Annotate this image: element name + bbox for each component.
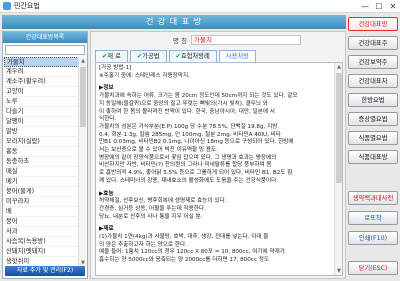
sidebar-scroll-thumb[interactable]	[80, 67, 86, 127]
sidebar-item[interactable]: 고양이	[4, 87, 79, 97]
content-line: (1)가물치 1연(4kg)과 사물탕, 호박, 대추, 생강, 전대를 넣는다…	[99, 234, 269, 241]
add-manage-button[interactable]: 자료 추가 및 관리(F2)	[5, 266, 85, 276]
sidebar-item[interactable]: 노루	[4, 97, 79, 107]
page-title: 건 강 대 표 방	[2, 15, 346, 29]
sidebar-item[interactable]: 동충하초	[4, 157, 79, 167]
nav-button[interactable]: 증상별요법	[348, 112, 398, 126]
tab-label: 효험처방례	[180, 53, 210, 60]
nav-button[interactable]: 한방요법	[348, 93, 398, 107]
tab-label: 사용처방	[225, 53, 249, 60]
sidebar-item[interactable]: 배	[4, 207, 79, 217]
window-controls: — ☐ ✕	[358, 0, 400, 13]
sidebar-item[interactable]: 계우려	[4, 67, 79, 77]
tab-bar: ✔재 료 ✔가공법 ✔효험처방례 사용처방	[95, 50, 258, 62]
content-line: 이 좋하여 한 몸의 볼라져진 반쩍이 있다. 한국, 중남아시아, 대만, 일…	[99, 108, 275, 115]
content-line: 식한다.	[99, 116, 117, 123]
name-label: 명 칭	[173, 37, 188, 45]
tab-label: 재 료	[107, 53, 121, 60]
minimize-icon[interactable]: —	[358, 0, 372, 13]
name-row: 명 칭 가물치	[173, 35, 302, 45]
nav-button[interactable]: 식품별요법	[348, 131, 398, 145]
content-scrollbar[interactable]: ▲ ▼	[334, 63, 342, 275]
maximize-icon[interactable]: ☐	[372, 0, 386, 13]
nav-button[interactable]: 식품대표방	[348, 150, 398, 164]
sidebar-item[interactable]: 달팽이	[4, 117, 79, 127]
close-icon[interactable]: ✕	[386, 0, 400, 13]
sidebar-item[interactable]: 미꾸라지	[4, 197, 79, 207]
window-titlebar: 민간요법 — ☐ ✕	[0, 0, 400, 13]
right-panel: 건강대표방건강대표주건강보약주건강대표차한방요법증상별요법식품별요법식품대표방생…	[348, 15, 398, 279]
sidebar-title: 건강대표방목록	[3, 32, 87, 43]
sidebar-list: 가물치 계우려 계소주(황우려) 고양이 노루 다슬기 달팽이 말방 모라지(실랍) 흉동 동충하초…	[4, 57, 79, 267]
nav-button[interactable]: 건강대표주	[348, 36, 398, 50]
scroll-up-icon[interactable]: ▲	[79, 57, 87, 65]
tab-label: 가공법	[142, 53, 160, 60]
tab-1[interactable]: ✔가공법	[129, 50, 167, 62]
content-line: 께 있다. 스테미너의 강용, 제내효소의 활성화에도 도움을 주는 건강식품이…	[99, 177, 279, 184]
tab-3[interactable]: 사용처방	[218, 50, 256, 62]
tab-2[interactable]: ✔효험처방례	[168, 50, 217, 62]
content-area[interactable]: [가공 방법-1] ※주홀기 중에: 스테인레스 자용장막지. ▶정보 가물치과에 속…	[95, 62, 343, 276]
sidebar: 건강대표방목록 가물치 계우려 계소주(황우려) 고양이 노루 다슬기 달팽이 말방 모라지(실…	[2, 31, 88, 279]
action-button[interactable]: 닫기(ESC)	[348, 261, 398, 275]
sidebar-item[interactable]: 계소주(황우려)	[4, 77, 79, 87]
content-line: 비산하지만 자반, 비타민(?) 찬의원의 그라나 미네랄류를 합당 풍부하며 …	[99, 162, 272, 169]
sidebar-item[interactable]: 모라지(실랍)	[4, 137, 79, 147]
sidebar-item[interactable]: 붕어(물게)	[4, 187, 79, 197]
content-text: [가공 방법-1] ※주홀기 중에: 스테인레스 자용장막지. ▶정보 가물치과에 속…	[99, 65, 333, 265]
scroll-down-icon[interactable]: ▼	[335, 267, 342, 275]
content-line: [가공 방법-1]	[99, 65, 132, 71]
sidebar-item[interactable]: 산돼지(멧돼지)	[4, 247, 79, 257]
app-icon	[3, 2, 11, 10]
content-scroll-thumb[interactable]	[336, 73, 342, 183]
main-panel: 명 칭 가물치 ✔재 료 ✔가공법 ✔효험처방례 사용처방 [가공 방법-1] ※주홀기…	[90, 31, 346, 279]
content-line: 간경증, 심거등 상동, 어혈을 푸는데 작용한다.	[99, 205, 206, 212]
content-line: 흡수하는 양 5000cc와 응축되는 양 2000cc를 더하면 17, 80…	[99, 257, 269, 264]
action-button[interactable]: 로또착	[348, 211, 398, 225]
sidebar-item[interactable]: 붕어	[4, 217, 79, 227]
action-button[interactable]: 생약백과대사전	[348, 191, 398, 205]
content-line: 허약체질, 산후보신, 병후회복에 생명제로 효능이 있다.	[99, 198, 227, 205]
sidebar-scrollbar[interactable]: ▲ ▼	[78, 57, 86, 267]
content-line: 가물치의 성분은 가식부분(E.P) 100g 당 수분 78.5%, 단백질 …	[99, 123, 278, 130]
content-line: 지 동일해(물갈퀴)으로 중앙의 짙고 뚜렷는 뼈빛의(가시 빛처), 결무늬 …	[99, 100, 268, 107]
tab-0[interactable]: ✔재 료	[95, 50, 128, 62]
sidebar-item[interactable]: 말방	[4, 127, 79, 137]
content-line: 서는 보산증으로 볼 수 있어 빅진 이유역할 밍 용도.	[99, 147, 218, 154]
nav-button[interactable]: 건강대표차	[348, 74, 398, 88]
name-field[interactable]: 가물치	[191, 35, 302, 45]
nav-button[interactable]: 건강대표방	[348, 17, 398, 31]
nav-button[interactable]: 건강보약주	[348, 55, 398, 69]
content-line: 민B1 0.03mg, 비타민B2 0.1mg, 나이아신 18mg 등으로 구…	[99, 139, 294, 146]
sidebar-item[interactable]: 다슬기	[4, 107, 79, 117]
window-title: 민간요법	[14, 2, 40, 10]
content-line: 당뇨, 내분로 산후의 사나 통을 지우 이실 뿐.	[99, 213, 203, 220]
sidebar-item[interactable]: 매실	[4, 167, 79, 177]
content-line: ▶정보	[99, 85, 114, 92]
content-line: 로 흡반외적 4.9%, 좋어닭 5.5% 등으로 그롤하게 되어 있다. 비타…	[99, 170, 293, 177]
action-button[interactable]: 인쇄(F10)	[348, 231, 398, 245]
sidebar-item[interactable]: 사과	[4, 227, 79, 237]
app-frame: 건 강 대 표 방 건강대표방목록 가물치 계우려 계소주(황우려) 고양이 노루 다슬기…	[0, 13, 400, 281]
sidebar-item[interactable]: 가물치	[4, 57, 79, 67]
content-line: ※주홀기 중에: 스테인레스 자용장막지.	[99, 72, 190, 79]
sidebar-item[interactable]: 메기	[4, 177, 79, 187]
sidebar-item[interactable]: 흉동	[4, 147, 79, 157]
scroll-up-icon[interactable]: ▲	[335, 63, 342, 71]
content-line: 가물치과에 속하는 어류. 크기는 몸 20cm 정도인데 50cm까지 되는 …	[99, 93, 298, 100]
content-line: ▶재료	[99, 226, 114, 233]
sidebar-item[interactable]: 사슴목(녹용방)	[4, 237, 79, 247]
sidebar-search-input[interactable]	[5, 45, 85, 55]
